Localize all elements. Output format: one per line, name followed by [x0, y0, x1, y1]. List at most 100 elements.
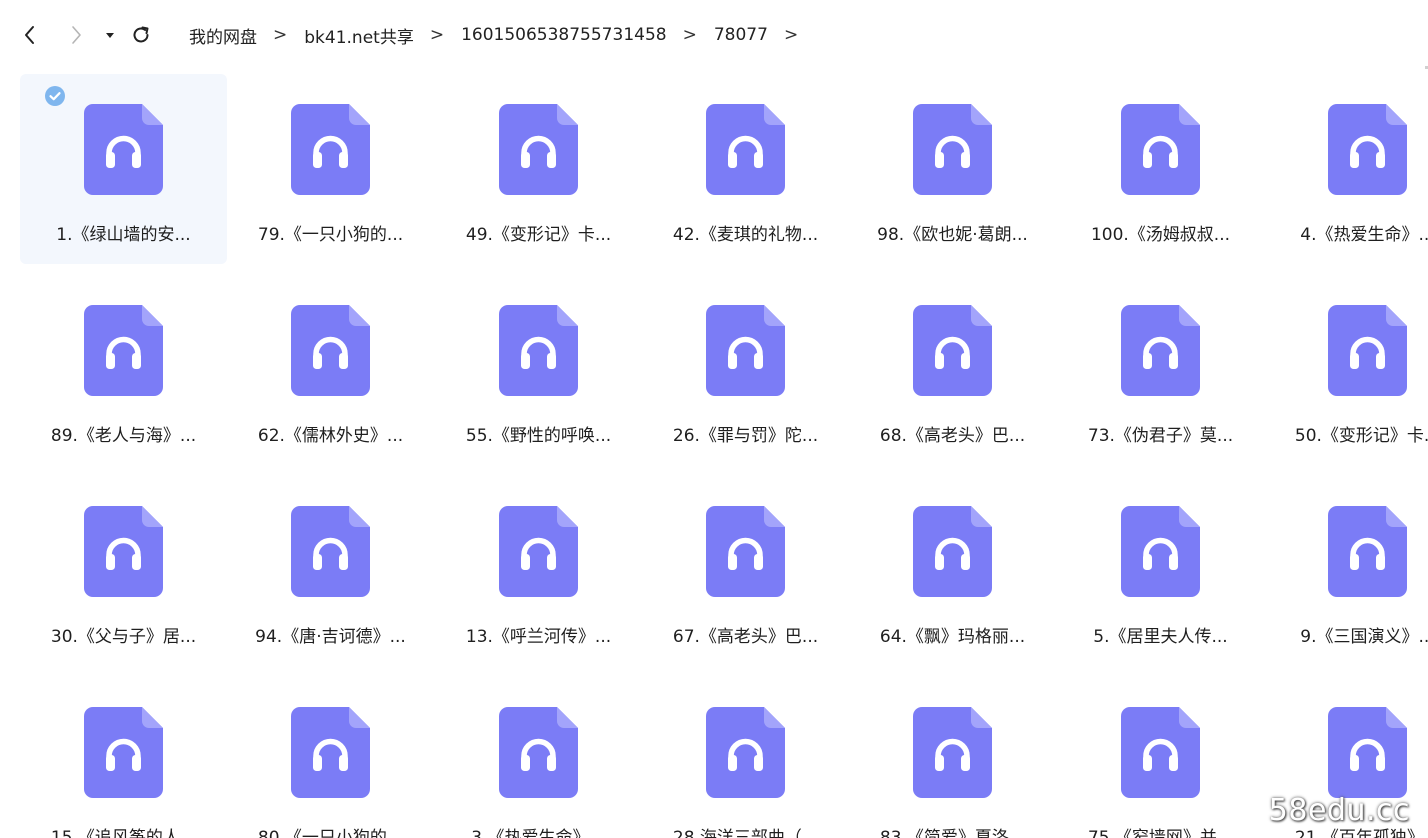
file-item[interactable]: 83.《简爱》夏洛... [849, 677, 1056, 838]
caret-down-icon [106, 33, 114, 38]
file-item[interactable]: 49.《变形记》卡... [435, 74, 642, 264]
audio-file-icon [291, 707, 370, 798]
audio-file-icon [1121, 506, 1200, 597]
breadcrumb: 我的网盘 > bk41.net共享 > 1601506538755731458 … [189, 22, 798, 48]
breadcrumb-separator: > [429, 25, 445, 45]
file-item[interactable]: 100.《汤姆叔叔... [1057, 74, 1264, 264]
audio-file-icon [1121, 104, 1200, 195]
file-item[interactable]: 42.《麦琪的礼物... [642, 74, 849, 264]
file-name: 73.《伪君子》莫... [1087, 426, 1234, 446]
file-item[interactable]: 55.《野性的呼唤... [435, 275, 642, 465]
audio-file-icon [291, 506, 370, 597]
audio-file-icon [84, 104, 163, 195]
file-item[interactable]: 98.《欧也妮·葛朗... [849, 74, 1056, 264]
check-circle-icon[interactable] [44, 85, 66, 107]
forward-button[interactable] [62, 21, 90, 49]
file-name: 49.《变形记》卡... [465, 225, 612, 245]
audio-file-icon [913, 707, 992, 798]
audio-file-icon [706, 506, 785, 597]
file-name: 62.《儒林外史》... [257, 426, 404, 446]
file-name: 83.《简爱》夏洛... [879, 828, 1026, 838]
breadcrumb-item-current[interactable]: 78077 [714, 25, 768, 45]
file-name: 68.《高老头》巴... [879, 426, 1026, 446]
file-item[interactable]: 30.《父与子》居... [20, 476, 227, 666]
file-item[interactable]: 28.海洋三部曲（... [642, 677, 849, 838]
audio-file-icon [1328, 707, 1407, 798]
audio-file-icon [1328, 104, 1407, 195]
audio-file-icon [913, 305, 992, 396]
file-name: 64.《飘》玛格丽... [879, 627, 1026, 647]
audio-file-icon [706, 305, 785, 396]
file-item[interactable]: 50.《变形记》卡... [1264, 275, 1428, 465]
breadcrumb-item-root[interactable]: 我的网盘 [189, 23, 257, 48]
chevron-right-icon [72, 26, 81, 44]
file-name: 30.《父与子》居... [50, 627, 197, 647]
watermark: 58edu.cc [1268, 793, 1410, 828]
audio-file-icon [1328, 305, 1407, 396]
file-item[interactable]: 5.《居里夫人传... [1057, 476, 1264, 666]
audio-file-icon [84, 506, 163, 597]
breadcrumb-item-share[interactable]: bk41.net共享 [304, 23, 414, 48]
audio-file-icon [1121, 305, 1200, 396]
file-item[interactable]: 64.《飘》玛格丽... [849, 476, 1056, 666]
breadcrumb-separator: > [783, 25, 799, 45]
file-name: 80.《一只小狗的... [257, 828, 404, 838]
refresh-icon [133, 26, 149, 43]
file-name: 42.《麦琪的礼物... [672, 225, 819, 245]
file-item[interactable]: 94.《唐·吉诃德》... [227, 476, 434, 666]
file-name: 1.《绿山墙的安... [56, 225, 191, 245]
file-item[interactable]: 79.《一只小狗的... [227, 74, 434, 264]
file-name: 9.《三国演义》... [1300, 627, 1428, 647]
file-item[interactable]: 13.《呼兰河传》... [435, 476, 642, 666]
audio-file-icon [499, 506, 578, 597]
audio-file-icon [499, 104, 578, 195]
file-name: 79.《一只小狗的... [257, 225, 404, 245]
audio-file-icon [291, 305, 370, 396]
file-item[interactable]: 68.《高老头》巴... [849, 275, 1056, 465]
breadcrumb-item-folder-id[interactable]: 1601506538755731458 [461, 25, 667, 45]
audio-file-icon [1328, 506, 1407, 597]
audio-file-icon [84, 305, 163, 396]
file-item[interactable]: 1.《绿山墙的安... [20, 74, 227, 264]
file-item[interactable]: 15.《追风筝的人... [20, 677, 227, 838]
file-item[interactable]: 80.《一只小狗的... [227, 677, 434, 838]
file-name: 50.《变形记》卡... [1294, 426, 1428, 446]
audio-file-icon [499, 305, 578, 396]
back-button[interactable] [16, 21, 44, 49]
audio-file-icon [706, 707, 785, 798]
breadcrumb-separator: > [273, 25, 288, 45]
file-item[interactable]: 26.《罪与罚》陀... [642, 275, 849, 465]
file-name: 26.《罪与罚》陀... [672, 426, 819, 446]
file-name: 5.《居里夫人传... [1093, 627, 1228, 647]
file-name: 55.《野性的呼唤... [465, 426, 612, 446]
file-item[interactable]: 75.《窄墙网》并... [1057, 677, 1264, 838]
audio-file-icon [84, 707, 163, 798]
file-name: 4.《热爱生命》... [1300, 225, 1428, 245]
file-name: 94.《唐·吉诃德》... [255, 627, 406, 647]
file-item[interactable]: 62.《儒林外史》... [227, 275, 434, 465]
breadcrumb-separator: > [682, 25, 697, 45]
file-item[interactable]: 89.《老人与海》... [20, 275, 227, 465]
file-name: 100.《汤姆叔叔... [1090, 225, 1231, 245]
audio-file-icon [913, 104, 992, 195]
file-name: 3.《热爱生命》... [471, 828, 606, 838]
audio-file-icon [291, 104, 370, 195]
file-item[interactable]: 9.《三国演义》... [1264, 476, 1428, 666]
toolbar: 我的网盘 > bk41.net共享 > 1601506538755731458 … [0, 0, 1428, 70]
file-item[interactable]: 4.《热爱生命》... [1264, 74, 1428, 264]
chevron-left-icon [25, 26, 34, 44]
file-name: 67.《高老头》巴... [672, 627, 819, 647]
file-name: 98.《欧也妮·葛朗... [877, 225, 1028, 245]
history-dropdown-button[interactable] [97, 21, 123, 49]
file-name: 15.《追风筝的人... [50, 828, 197, 838]
file-name: 89.《老人与海》... [50, 426, 197, 446]
refresh-button[interactable] [127, 21, 155, 49]
audio-file-icon [499, 707, 578, 798]
audio-file-icon [706, 104, 785, 195]
file-grid: 1.《绿山墙的安... 79.《一只小狗的... 49.《变形记》卡... 42.《麦… [20, 74, 1428, 838]
file-item[interactable]: 73.《伪君子》莫... [1057, 275, 1264, 465]
file-name: 28.海洋三部曲（... [672, 828, 819, 838]
audio-file-icon [913, 506, 992, 597]
file-item[interactable]: 67.《高老头》巴... [642, 476, 849, 666]
file-item[interactable]: 3.《热爱生命》... [435, 677, 642, 838]
